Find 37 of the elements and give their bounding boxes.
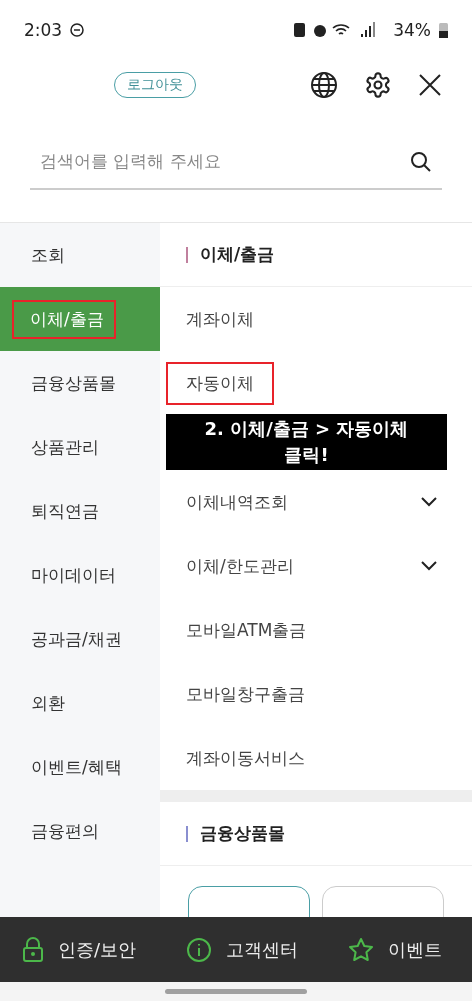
clock-time: 2:03 bbox=[24, 20, 63, 40]
annotation-caption: 2. 이체/출금 > 자동이체 클릭! bbox=[166, 414, 447, 470]
menu-item[interactable]: 이체/한도관리 bbox=[168, 546, 312, 586]
menu-item[interactable]: 모바일창구출금 bbox=[168, 674, 323, 714]
chevron-down-icon[interactable] bbox=[420, 560, 438, 572]
category-item[interactable]: 금융편의 bbox=[15, 813, 109, 849]
category-item[interactable]: 퇴직연금 bbox=[15, 493, 109, 529]
battery-icon bbox=[439, 22, 448, 38]
section-title: 금융상품몰 bbox=[200, 822, 285, 845]
info-icon bbox=[186, 936, 213, 963]
menu-item[interactable]: 모바일ATM출금 bbox=[168, 610, 325, 650]
category-item[interactable]: 금융상품몰 bbox=[15, 365, 126, 401]
star-icon bbox=[348, 936, 374, 963]
menu-item[interactable]: 이체내역조회 bbox=[168, 482, 306, 522]
category-item[interactable]: 이벤트/혜택 bbox=[15, 749, 132, 785]
category-item[interactable]: 공과금/채권 bbox=[15, 621, 132, 657]
nav-button[interactable]: 고객센터 bbox=[186, 936, 299, 963]
nav-button[interactable]: 이벤트 bbox=[348, 936, 442, 963]
do-not-disturb-icon bbox=[70, 23, 85, 37]
search-icon[interactable] bbox=[410, 151, 432, 173]
category-item[interactable]: 외환 bbox=[15, 685, 75, 721]
battery-percent: 34% bbox=[393, 20, 431, 40]
menu-item[interactable]: 자동이체 bbox=[168, 363, 272, 403]
close-icon[interactable] bbox=[418, 73, 442, 97]
lock-icon bbox=[22, 936, 44, 963]
category-item[interactable]: 이체/출금 bbox=[14, 301, 114, 337]
section-title: 이체/출금 bbox=[200, 243, 275, 266]
menu-item[interactable]: 계좌이동서비스 bbox=[168, 738, 323, 778]
nav-button[interactable]: 인증/보안 bbox=[22, 936, 137, 963]
category-item[interactable]: 마이데이터 bbox=[15, 557, 126, 593]
menu-item[interactable]: 계좌이체 bbox=[168, 299, 272, 339]
settings-icon[interactable] bbox=[364, 71, 392, 99]
logout-button[interactable]: 로그아웃 bbox=[114, 72, 196, 98]
category-item[interactable]: 조회 bbox=[15, 237, 75, 273]
chevron-down-icon[interactable] bbox=[420, 496, 438, 508]
globe-icon[interactable] bbox=[310, 71, 338, 99]
category-item[interactable]: 상품관리 bbox=[15, 429, 109, 465]
